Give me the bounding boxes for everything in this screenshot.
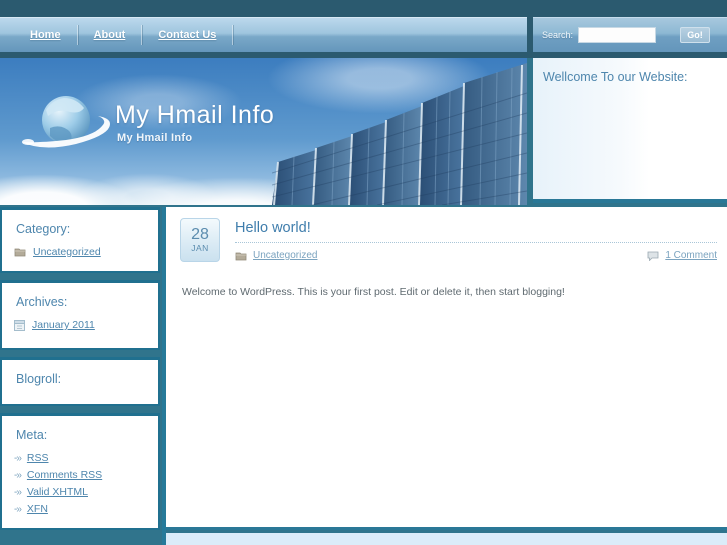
search-go-button[interactable]: Go! [680,27,711,43]
top-strip: Home About Contact Us Search: Go! [0,0,727,58]
search-panel: Search: Go! [533,17,727,52]
search-label: Search: [542,30,574,40]
list-item: -» RSS [14,452,158,464]
site-title: My Hmail Info [115,101,275,129]
list-item: -» Comments RSS [14,469,158,481]
list-item: -» XFN [14,503,158,515]
folder-icon [14,247,26,257]
nav-item-home[interactable]: Home [14,25,78,45]
post-header: 28 JAN Hello world! Uncategorized 1 Comm… [180,218,717,262]
archives-heading: Archives: [16,295,68,309]
category-link-uncategorized[interactable]: Uncategorized [33,246,101,258]
header-banner: My Hmail Info My Hmail Info [0,58,527,205]
blogroll-heading: Blogroll: [16,372,62,386]
list-item: Uncategorized [14,246,158,258]
sidebar: Category: Uncategorized Archives: Januar… [0,207,160,537]
arrow-icon: -» [14,503,22,515]
footer-strip [166,533,727,545]
sidebar-section-category: Category: Uncategorized [0,207,160,273]
meta-link-comments-rss[interactable]: Comments RSS [27,469,102,481]
post-date-day: 28 [191,226,209,243]
calendar-icon [14,319,25,331]
arrow-icon: -» [14,486,22,498]
main-navigation: Home About Contact Us [0,17,527,52]
skyscraper-image [272,63,527,205]
arrow-icon: -» [14,469,22,481]
post-meta-row: Uncategorized 1 Comment [235,250,717,261]
main-content: 28 JAN Hello world! Uncategorized 1 Comm… [166,207,727,530]
nav-item-contact-us[interactable]: Contact Us [142,25,234,45]
list-item: -» Valid XHTML [14,486,158,498]
meta-link-rss[interactable]: RSS [27,452,49,464]
list-item: January 2011 [14,319,158,331]
search-input[interactable] [578,27,657,43]
meta-heading: Meta: [16,428,48,442]
post-date-month: JAN [191,243,209,253]
site-subtitle: My Hmail Info [117,132,193,144]
post-body-text: Welcome to WordPress. This is your first… [182,286,565,298]
welcome-panel: Wellcome To our Website: [533,58,727,203]
post-title[interactable]: Hello world! [235,220,717,236]
sidebar-section-archives: Archives: January 2011 [0,280,160,350]
welcome-title: Wellcome To our Website: [543,70,688,84]
post-comments-link[interactable]: 1 Comment [665,250,717,261]
nav-item-about[interactable]: About [78,25,143,45]
post-category-link[interactable]: Uncategorized [253,250,317,261]
category-heading: Category: [16,222,71,236]
meta-link-valid-xhtml[interactable]: Valid XHTML [27,486,88,498]
sidebar-section-meta: Meta: -» RSS -» Comments RSS -» Valid XH… [0,413,160,530]
post-divider [235,242,717,243]
meta-link-xfn[interactable]: XFN [27,503,48,515]
archive-link-january-2011[interactable]: January 2011 [32,319,95,331]
arrow-icon: -» [14,452,22,464]
main-column: 28 JAN Hello world! Uncategorized 1 Comm… [162,207,727,545]
sidebar-section-blogroll: Blogroll: [0,357,160,406]
post-date-badge: 28 JAN [180,218,220,262]
folder-icon [235,251,247,261]
comment-bubble-icon [647,251,659,261]
